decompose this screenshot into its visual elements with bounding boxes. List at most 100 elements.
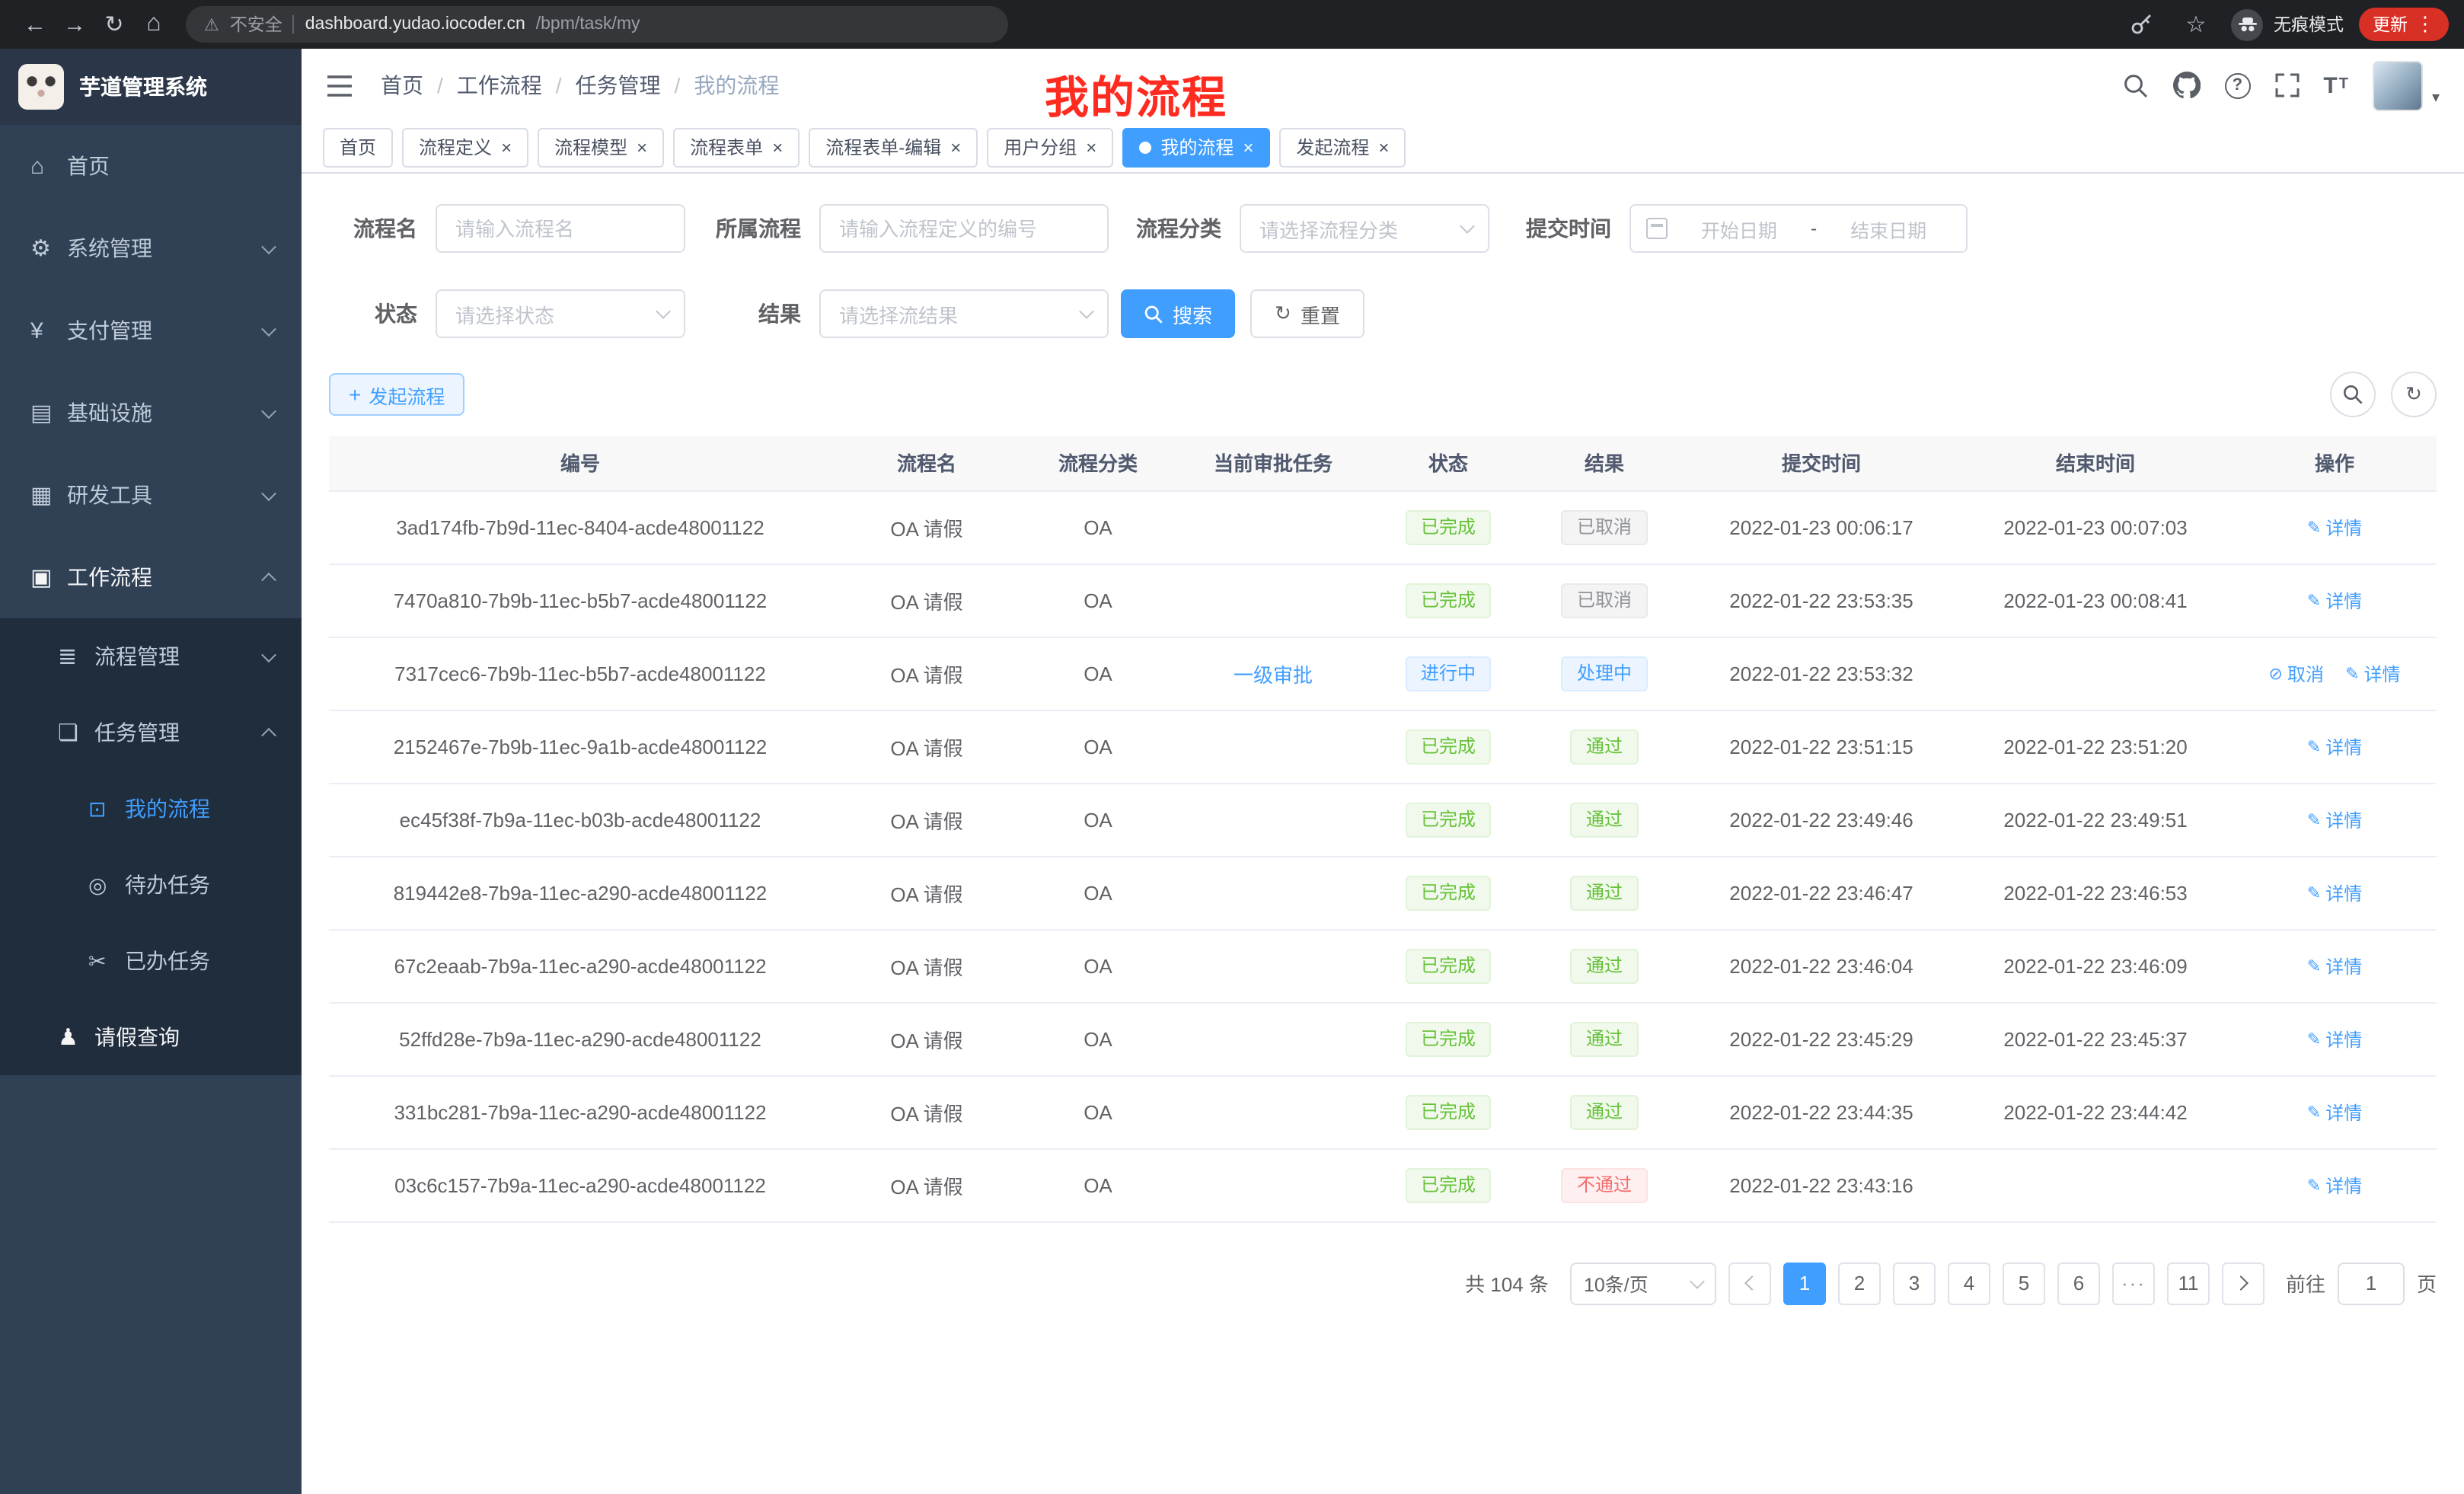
avatar[interactable] [2373,60,2423,110]
sidebar-item-process-mgmt[interactable]: ≣流程管理 [0,618,302,694]
page-button-5[interactable]: 5 [2003,1262,2045,1304]
page-button-11[interactable]: 11 [2167,1262,2210,1304]
result-select[interactable]: 请选择流结果 [819,289,1109,338]
browser-forward-icon[interactable] [55,6,94,43]
sidebar-item-devtools[interactable]: ▦研发工具 [0,454,302,536]
action-label: 详情 [2363,660,2400,686]
cancel-link[interactable]: ⊘取消 [2269,660,2324,686]
status-select[interactable]: 请选择状态 [436,289,685,338]
tab-process-definition[interactable]: 流程定义× [402,127,528,167]
detail-link[interactable]: ✎详情 [2307,1099,2362,1125]
breadcrumb: 首页/工作流程/任务管理/我的流程 [381,70,779,101]
font-size-icon[interactable]: TT [2323,74,2348,97]
goto-page-input[interactable] [2338,1262,2405,1304]
detail-link[interactable]: ✎详情 [2307,1172,2362,1198]
date-range-separator: - [1811,218,1817,239]
sidebar-logo[interactable]: 芋道管理系统 [0,49,302,125]
status-badge: 进行中 [1406,656,1491,691]
prev-page-button[interactable] [1728,1262,1771,1304]
tab-home[interactable]: 首页 [323,127,393,167]
process-definition-input[interactable] [819,204,1109,253]
sidebar-item-payment[interactable]: ¥支付管理 [0,289,302,372]
close-icon[interactable]: × [501,138,512,156]
close-icon[interactable]: × [1243,138,1253,156]
breadcrumb-item-2[interactable]: 任务管理 [576,70,661,101]
update-button[interactable]: 更新 [2359,8,2449,41]
tab-start-process[interactable]: 发起流程× [1279,127,1406,167]
sidebar-item-label: 研发工具 [67,480,152,510]
sidebar-item-leave-query[interactable]: ♟请假查询 [0,999,302,1075]
password-key-icon[interactable] [2121,6,2161,43]
detail-link[interactable]: ✎详情 [2307,953,2362,978]
submit-time-range-picker[interactable]: 开始日期 - 结束日期 [1629,204,1968,253]
search-icon[interactable] [2122,72,2148,98]
breadcrumb-item-0[interactable]: 首页 [381,70,423,101]
sidebar-item-workflow[interactable]: ▣工作流程 [0,536,302,618]
tab-my-process[interactable]: 我的流程× [1122,127,1270,167]
detail-link[interactable]: ✎详情 [2307,879,2362,905]
page-button-4[interactable]: 4 [1948,1262,1990,1304]
menu-collapse-icon[interactable] [326,74,353,97]
column-header-1: 流程名 [831,436,1022,490]
toggle-search-button[interactable] [2330,372,2376,417]
cell-submit-time: 2022-01-22 23:45:29 [1684,1002,1958,1075]
detail-link[interactable]: ✎详情 [2307,733,2362,759]
page-button-3[interactable]: 3 [1893,1262,1936,1304]
cell-end-time: 2022-01-22 23:49:51 [1958,783,2233,856]
close-icon[interactable]: × [950,138,961,156]
tab-process-form-edit[interactable]: 流程表单-编辑 × [809,127,978,167]
sidebar-item-done-tasks[interactable]: ✂已办任务 [0,923,302,999]
chevron-down-icon[interactable]: ▾ [2432,89,2440,106]
category-select[interactable]: 请选择流程分类 [1240,204,1489,253]
github-icon[interactable] [2172,72,2200,99]
cell-result: 处理中 [1524,637,1684,710]
tab-label: 流程表单-编辑 [825,134,941,160]
detail-link[interactable]: ✎详情 [2307,514,2362,540]
breadcrumb-item-1[interactable]: 工作流程 [457,70,542,101]
detail-link[interactable]: ✎详情 [2307,1026,2362,1052]
detail-link[interactable]: ✎详情 [2307,587,2362,613]
sidebar-item-infrastructure[interactable]: ▤基础设施 [0,372,302,454]
page-size-select[interactable]: 10条/页 [1570,1262,1716,1304]
tab-user-group[interactable]: 用户分组× [987,127,1113,167]
browser-reload-icon[interactable] [94,6,134,43]
tab-label: 流程表单 [690,134,763,160]
sidebar-item-todo-tasks[interactable]: ◎待办任务 [0,847,302,923]
cell-submit-time: 2022-01-23 00:06:17 [1684,490,1958,563]
search-button[interactable]: 搜索 [1121,289,1235,338]
chevron-up-icon [261,727,276,742]
detail-link[interactable]: ✎详情 [2307,806,2362,832]
fullscreen-icon[interactable] [2274,73,2299,97]
close-icon[interactable]: × [1378,138,1389,156]
cell-result: 通过 [1524,783,1684,856]
browser-back-icon[interactable] [15,6,55,43]
page-ellipsis[interactable]: ··· [2112,1262,2155,1304]
bookmark-star-icon[interactable] [2176,6,2216,43]
page-button-2[interactable]: 2 [1838,1262,1881,1304]
close-icon[interactable]: × [637,138,647,156]
help-icon[interactable] [2224,72,2250,98]
address-bar[interactable]: 不安全 dashboard.yudao.iocoder.cn/bpm/task/… [186,6,1008,43]
sidebar-item-home[interactable]: ⌂首页 [0,125,302,207]
tab-process-model[interactable]: 流程模型× [538,127,664,167]
cell-actions: ✎详情 [2233,783,2437,856]
cell-current-task [1174,1148,1372,1221]
cell-current-task [1174,929,1372,1002]
sidebar-item-system[interactable]: ⚙系统管理 [0,207,302,289]
reset-button[interactable]: 重置 [1250,289,1364,338]
page-button-6[interactable]: 6 [2057,1262,2100,1304]
page-button-1[interactable]: 1 [1783,1262,1826,1304]
refresh-table-button[interactable] [2391,372,2437,417]
logo-image [18,64,64,110]
sidebar-item-my-process[interactable]: ⊡我的流程 [0,771,302,847]
next-page-button[interactable] [2222,1262,2265,1304]
current-task-link[interactable]: 一级审批 [1234,663,1313,686]
process-name-input[interactable] [436,204,685,253]
detail-link[interactable]: ✎详情 [2345,660,2400,686]
tab-process-form[interactable]: 流程表单 × [673,127,800,167]
sidebar-item-task-mgmt[interactable]: ❏任务管理 [0,694,302,771]
browser-home-icon[interactable] [134,6,174,43]
start-process-button[interactable]: 发起流程 [329,373,464,416]
close-icon[interactable]: × [1086,138,1096,156]
close-icon[interactable]: × [772,138,783,156]
